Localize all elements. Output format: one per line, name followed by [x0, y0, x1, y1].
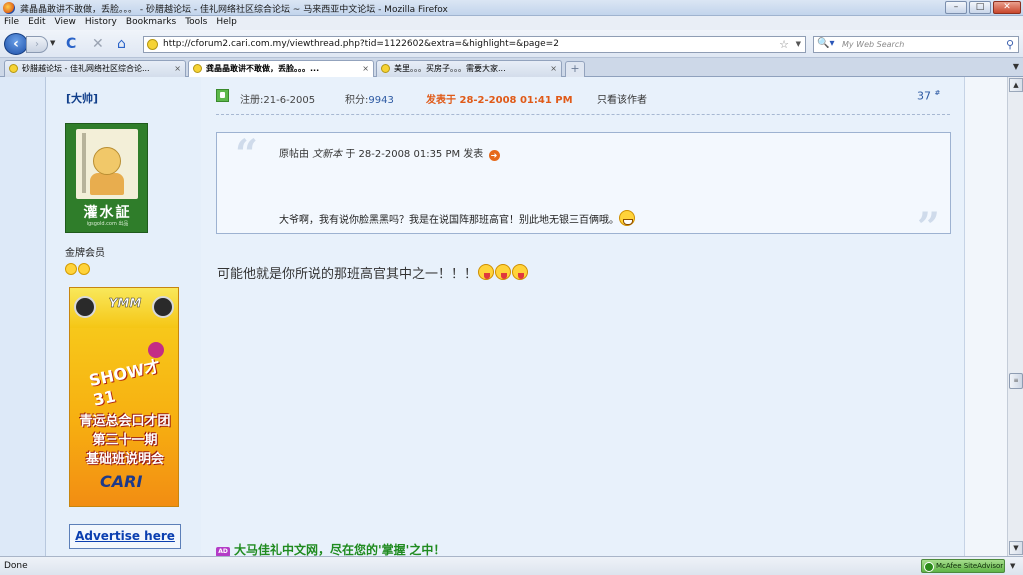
divider	[216, 114, 950, 115]
right-margin	[964, 77, 1007, 556]
window-titlebar: 龚晶晶敢讲不敢做，丢脸。。。 - 砂腊越论坛 - 佳礼网络社区综合论坛 ~ 马来…	[0, 0, 1023, 16]
status-text: Done	[4, 561, 28, 571]
quote-body: 大爷啊，我有说你脸黑黑吗？我是在说国阵那班高官！别此地无银三百俩哦。	[279, 210, 635, 226]
smiley-icon	[78, 263, 90, 275]
ad-icon: AD	[216, 547, 230, 556]
stop-icon[interactable]: ✕	[92, 37, 104, 51]
search-input[interactable]: My Web Search	[842, 40, 904, 49]
menu-help[interactable]: Help	[212, 16, 242, 27]
tab-favicon-icon	[193, 64, 202, 73]
page-content: [大帅] 灌水証 igsgold.com 出品 金牌会员 YMM SHOW才31…	[0, 77, 1007, 556]
floor-number[interactable]: 37 #	[917, 89, 940, 103]
scroll-thumb[interactable]: ≡	[1009, 373, 1023, 389]
credits-value: 9943	[368, 95, 394, 106]
tab-label: 美里。。。买房子。。。需要大家...	[394, 64, 506, 73]
signature-link[interactable]: AD 大马佳礼中文网，尽在您的'掌握'之中！	[216, 541, 445, 556]
mcafee-siteadvisor-button[interactable]: McAfee SiteAdvisor	[921, 559, 1005, 573]
avatar-credit: igsgold.com 出品	[86, 221, 129, 227]
minimize-button[interactable]: –	[945, 1, 967, 14]
avatar-figure	[76, 129, 138, 199]
search-go-icon[interactable]: ⚲	[1006, 38, 1014, 51]
window-title: 龚晶晶敢讲不敢做，丢脸。。。 - 砂腊越论坛 - 佳礼网络社区综合论坛 ~ 马来…	[20, 5, 448, 15]
menu-bar: File Edit View History Bookmarks Tools Help	[0, 16, 1023, 30]
window-controls: – □ ✕	[945, 1, 1021, 14]
user-stars	[65, 263, 91, 278]
menu-file[interactable]: File	[0, 16, 24, 27]
navigation-toolbar: ‹ › ▼ C ✕ ⌂ http://cforum2.cari.com.my/v…	[0, 30, 1023, 58]
scroll-down-icon[interactable]: ▼	[1009, 541, 1023, 555]
close-button[interactable]: ✕	[993, 1, 1021, 14]
new-tab-button[interactable]: +	[565, 61, 585, 77]
history-dropdown-icon[interactable]: ▼	[50, 39, 55, 47]
tab-favicon-icon	[381, 64, 390, 73]
tab-label: 龚晶晶敢讲不敢做，丢脸。。。...	[206, 64, 320, 73]
search-bar[interactable]: 🔍▾ My Web Search ⚲	[813, 36, 1019, 53]
ad-line-2: 第三十一期	[92, 433, 158, 448]
open-quote-icon: “	[235, 131, 259, 178]
tab-bar: 砂腊越论坛 - 佳礼网络社区综合论... × 龚晶晶敢讲不敢做，丢脸。。。...…	[0, 58, 1023, 78]
tab-close-icon[interactable]: ×	[174, 61, 181, 76]
smiley-icon	[65, 263, 77, 275]
quote-header: 原帖由 文新本 于 28-2-2008 01:35 PM 发表 ➜	[279, 145, 500, 161]
forward-button[interactable]: ›	[26, 36, 48, 53]
user-rank: [大帅]	[66, 92, 99, 105]
user-group: 金牌会员	[65, 248, 105, 259]
tab-miri-house[interactable]: 美里。。。买房子。。。需要大家... ×	[376, 60, 562, 77]
tab-favicon-icon	[9, 64, 18, 73]
credits-label: 积分:	[345, 95, 369, 106]
url-text[interactable]: http://cforum2.cari.com.my/viewthread.ph…	[163, 39, 559, 49]
advertise-here-link[interactable]: Advertise here	[69, 524, 181, 549]
vertical-scrollbar[interactable]: ▲ ≡ ▼	[1007, 77, 1023, 556]
posted-time: 发表于 28-2-2008 01:41 PM	[426, 95, 573, 106]
ad-brand-logo: YMM	[108, 296, 142, 311]
close-quote-icon: ”	[916, 204, 940, 251]
status-bar: Done McAfee SiteAdvisor ▼	[0, 556, 1023, 575]
register-date: 注册:21-6-2005	[240, 95, 316, 106]
post-message: 可能他就是你所说的那班高官其中之一！！！	[217, 263, 529, 282]
grin-smiley-icon	[619, 210, 635, 226]
tab-close-icon[interactable]: ×	[550, 61, 557, 76]
tab-sarawak-forum[interactable]: 砂腊越论坛 - 佳礼网络社区综合论... ×	[4, 60, 186, 77]
siteadvisor-dropdown-icon[interactable]: ▼	[1010, 562, 1015, 570]
tab-list-dropdown-icon[interactable]: ▼	[1013, 62, 1019, 71]
tab-close-icon[interactable]: ×	[362, 61, 369, 76]
tab-label: 砂腊越论坛 - 佳礼网络社区综合论...	[22, 64, 150, 73]
only-author-link[interactable]: 只看该作者	[597, 91, 647, 106]
advertise-here-label[interactable]: Advertise here	[75, 529, 175, 543]
credits: 积分:9943	[345, 91, 394, 106]
user-info-icon[interactable]	[216, 89, 229, 102]
url-dropdown-icon[interactable]: ▼	[796, 40, 801, 48]
scroll-up-icon[interactable]: ▲	[1009, 78, 1023, 92]
emblem-icon	[74, 296, 96, 318]
emblem-icon	[152, 296, 174, 318]
menu-bookmarks[interactable]: Bookmarks	[122, 16, 181, 27]
tongue-smiley-icon	[495, 264, 512, 280]
site-favicon-icon	[147, 39, 158, 50]
home-icon[interactable]: ⌂	[117, 37, 126, 51]
ad-line-3: 基础班说明会	[85, 452, 164, 467]
back-button[interactable]: ‹	[4, 33, 28, 55]
go-to-post-icon[interactable]: ➜	[488, 150, 500, 161]
maximize-button[interactable]: □	[969, 1, 991, 14]
quote-block: “ 原帖由 文新本 于 28-2-2008 01:35 PM 发表 ➜ 大爷啊，…	[216, 131, 951, 251]
firefox-logo-icon	[3, 2, 15, 14]
search-engine-icon[interactable]: 🔍▾	[817, 38, 834, 49]
menu-tools[interactable]: Tools	[181, 16, 212, 27]
bookmark-star-icon[interactable]: ☆	[779, 38, 789, 51]
quote-author: 文新本	[312, 149, 343, 160]
tongue-smiley-icon	[512, 264, 529, 280]
ad-line-1: 青运总会口才团	[79, 414, 171, 429]
reload-icon[interactable]: C	[66, 37, 76, 51]
ad-show-title: SHOW才31	[87, 356, 162, 410]
cari-logo: CARI	[93, 472, 143, 493]
menu-edit[interactable]: Edit	[24, 16, 50, 27]
avatar-caption: 灌水証	[83, 205, 132, 221]
avatar[interactable]: 灌水証 igsgold.com 出品	[65, 123, 148, 233]
address-bar[interactable]: http://cforum2.cari.com.my/viewthread.ph…	[143, 36, 806, 53]
menu-view[interactable]: View	[51, 16, 81, 27]
sidebar-ad-banner[interactable]: YMM SHOW才31 青运总会口才团 第三十一期 基础班说明会 CARI	[69, 287, 179, 507]
tongue-smiley-icon	[478, 264, 495, 280]
tab-current-thread[interactable]: 龚晶晶敢讲不敢做，丢脸。。。... ×	[188, 60, 374, 78]
menu-history[interactable]: History	[81, 16, 122, 27]
